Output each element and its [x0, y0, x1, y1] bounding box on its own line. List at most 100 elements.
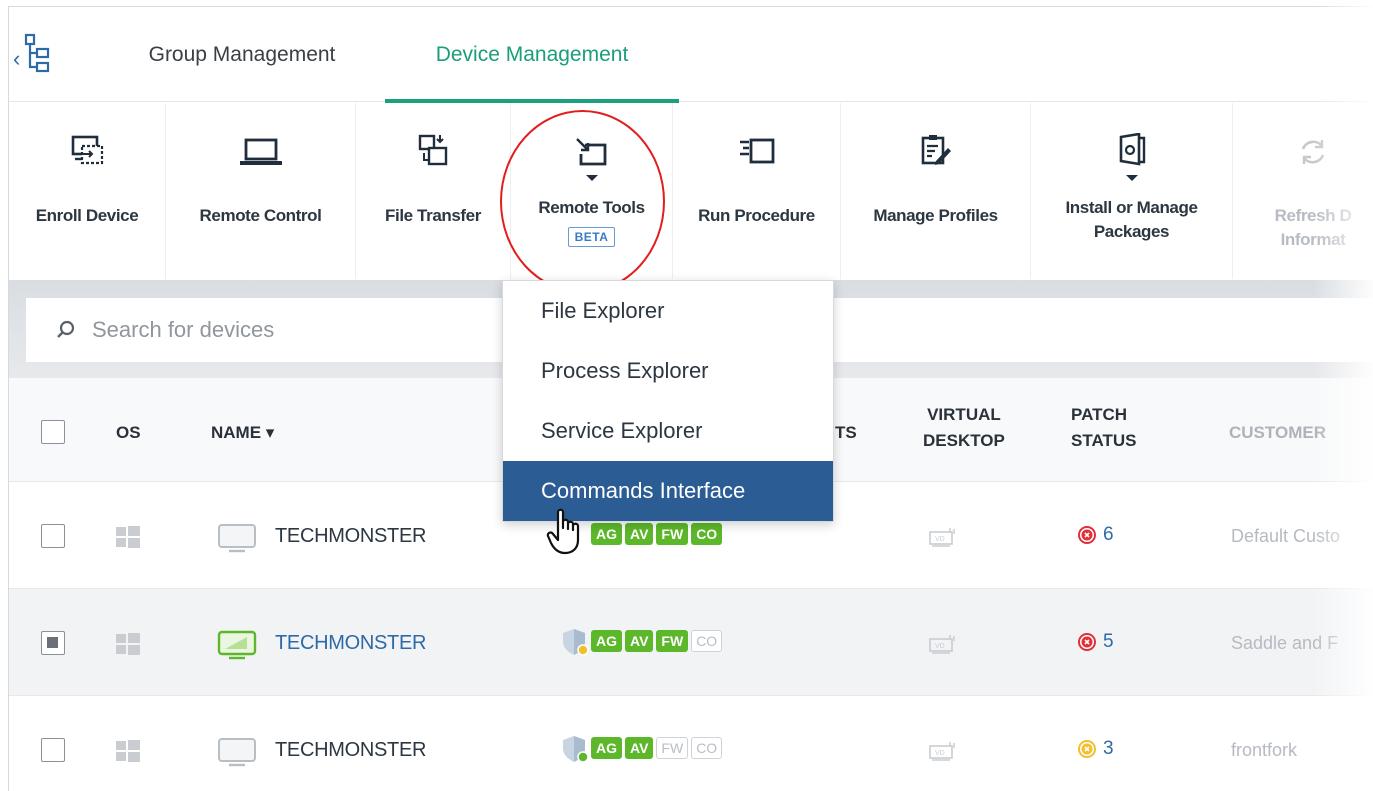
customer-name[interactable]: Saddle and F	[1231, 633, 1338, 654]
pill-fw: FW	[656, 523, 689, 545]
device-name[interactable]: TECHMONSTER	[275, 739, 426, 762]
manage-profiles-label: Manage Profiles	[873, 206, 998, 225]
device-name[interactable]: TECHMONSTER	[275, 632, 426, 655]
file-transfer-icon	[417, 133, 449, 167]
menu-item-service-explorer[interactable]: Service Explorer	[503, 401, 833, 461]
row-checkbox[interactable]	[41, 738, 65, 762]
agent-status-pills: AG AV FW CO	[591, 630, 723, 652]
virtual-desktop-icon[interactable]: VD	[927, 633, 957, 655]
row-checkbox[interactable]	[41, 524, 65, 548]
column-customer[interactable]: CUSTOMER	[1229, 420, 1326, 446]
tab-bar: ‹ Group Management Device Management	[9, 7, 1373, 103]
package-icon	[1117, 133, 1147, 167]
menu-item-file-explorer[interactable]: File Explorer	[503, 281, 833, 341]
refresh-label-line1: Refresh D	[1274, 206, 1352, 225]
column-patch-status[interactable]: PATCH STATUS	[1071, 402, 1136, 454]
shield-icon	[563, 629, 589, 656]
monitor-icon	[217, 630, 257, 660]
menu-item-process-explorer[interactable]: Process Explorer	[503, 341, 833, 401]
run-procedure-label: Run Procedure	[698, 206, 815, 225]
device-name[interactable]: TECHMONSTER	[275, 525, 426, 548]
device-tree-toggle[interactable]: ‹	[13, 29, 83, 79]
search-icon	[57, 320, 75, 338]
table-row[interactable]: TECHMONSTER AG AV FW CO VD	[9, 696, 1373, 791]
enroll-device-label: Enroll Device	[35, 206, 139, 225]
column-patch-status-line2: STATUS	[1071, 431, 1137, 450]
patch-count: 6	[1103, 524, 1114, 545]
pill-co: CO	[691, 630, 723, 652]
pill-co: CO	[691, 523, 723, 545]
chevron-down-icon	[1125, 175, 1138, 181]
chevron-left-icon: ‹	[13, 46, 21, 71]
patch-error-icon	[1078, 633, 1096, 651]
pill-av: AV	[625, 630, 654, 652]
patch-count: 3	[1103, 738, 1114, 759]
virtual-desktop-icon[interactable]: VD	[927, 740, 957, 762]
windows-logo-icon	[116, 526, 140, 548]
pill-fw: FW	[656, 737, 689, 759]
refresh-icon	[1298, 133, 1328, 167]
tab-group-management[interactable]: Group Management	[117, 7, 367, 102]
search-devices-input[interactable]	[92, 317, 492, 343]
file-transfer-button[interactable]: File Transfer	[356, 103, 511, 279]
refresh-label-line2: Informat	[1280, 230, 1346, 249]
manage-profiles-button[interactable]: Manage Profiles	[841, 103, 1031, 279]
customer-name[interactable]: frontfork	[1231, 740, 1297, 761]
column-patch-status-line1: PATCH	[1071, 405, 1128, 424]
run-procedure-button[interactable]: Run Procedure	[673, 103, 841, 279]
highlight-circle	[500, 110, 665, 293]
shield-icon	[563, 736, 589, 763]
svg-text:VD: VD	[935, 750, 945, 757]
table-row[interactable]: TECHMONSTER AG AV FW CO VD	[9, 589, 1373, 696]
column-name-label: NAME	[211, 423, 262, 442]
customer-name[interactable]: Default Custo	[1231, 526, 1340, 547]
remote-control-label: Remote Control	[199, 206, 322, 225]
tab-group-management-label: Group Management	[148, 42, 336, 66]
pill-ag: AG	[591, 737, 622, 759]
windows-logo-icon	[116, 740, 140, 762]
patch-status[interactable]: 6	[1077, 524, 1114, 546]
sort-desc-icon: ▾	[265, 423, 275, 442]
patch-count: 5	[1103, 631, 1114, 652]
enroll-device-button[interactable]: Enroll Device	[9, 103, 166, 279]
pill-av: AV	[625, 737, 654, 759]
remote-tools-menu: File Explorer Process Explorer Service E…	[502, 280, 834, 522]
remote-control-button[interactable]: Remote Control	[166, 103, 356, 279]
monitor-icon	[218, 738, 256, 767]
row-checkbox[interactable]	[41, 631, 65, 655]
pill-av: AV	[625, 523, 654, 545]
virtual-desktop-icon[interactable]: VD	[927, 526, 957, 548]
tab-device-management[interactable]: Device Management	[385, 7, 679, 103]
install-manage-label-line1: Install or Manage	[1065, 198, 1198, 217]
pill-ag: AG	[591, 630, 622, 652]
pill-co: CO	[691, 737, 723, 759]
run-procedure-icon	[738, 133, 776, 167]
patch-status[interactable]: 5	[1077, 631, 1114, 653]
device-management-screen: ‹ Group Management Device Management Enr…	[0, 0, 1373, 791]
device-toolbar: Enroll Device Remote Control File Transf…	[9, 103, 1373, 279]
svg-text:VD: VD	[935, 643, 945, 650]
pill-fw: FW	[656, 630, 689, 652]
column-name[interactable]: NAME ▾	[211, 420, 274, 446]
patch-warning-icon	[1078, 740, 1096, 758]
patch-status[interactable]: 3	[1077, 738, 1114, 760]
monitor-icon	[218, 524, 256, 553]
file-transfer-label: File Transfer	[385, 206, 481, 225]
column-virtual-desktop[interactable]: VIRTUAL DESKTOP	[923, 402, 1005, 454]
windows-logo-icon	[116, 633, 140, 655]
install-manage-packages-button[interactable]: Install or Manage Packages	[1031, 103, 1233, 279]
select-all-checkbox[interactable]	[41, 420, 65, 444]
laptop-icon	[238, 133, 284, 167]
device-tree-icon	[25, 33, 50, 73]
agent-status-pills: AG AV FW CO	[591, 523, 723, 545]
tab-device-management-label: Device Management	[435, 42, 629, 66]
agent-status-pills: AG AV FW CO	[591, 737, 723, 759]
svg-text:VD: VD	[935, 536, 945, 543]
refresh-device-information-button[interactable]: Refresh D Informat	[1233, 103, 1373, 279]
install-manage-label-line2: Packages	[1093, 222, 1170, 241]
column-os[interactable]: OS	[116, 420, 141, 446]
manage-profiles-icon	[920, 133, 952, 167]
enroll-device-icon	[70, 133, 104, 167]
column-agents-partial[interactable]: TS	[835, 420, 857, 446]
pill-ag: AG	[591, 523, 622, 545]
